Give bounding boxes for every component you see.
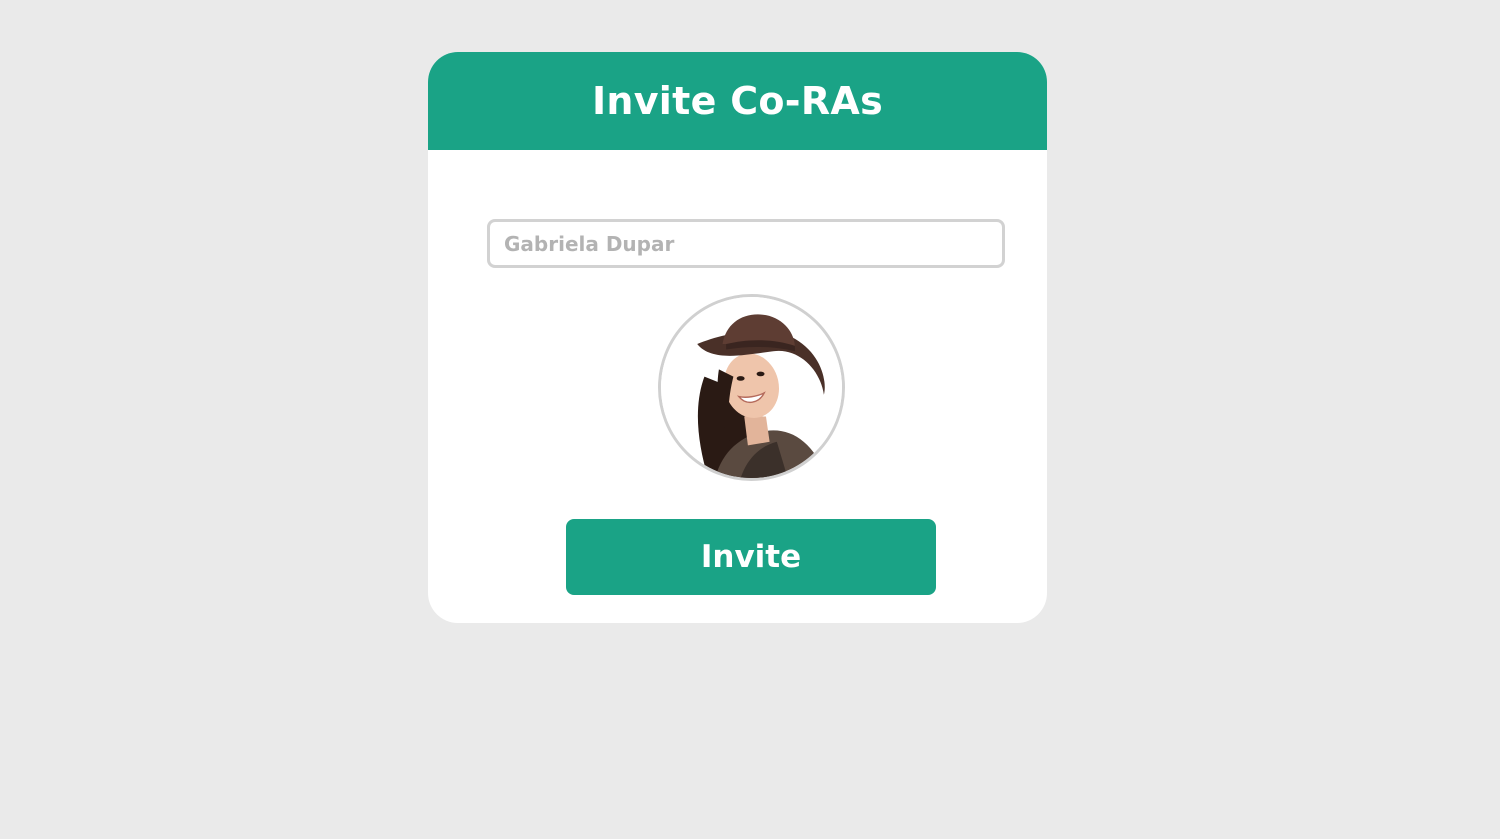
- invite-card: Invite Co-RAs Invit: [428, 52, 1047, 623]
- name-input[interactable]: [487, 219, 1005, 268]
- page-title: Invite Co-RAs: [591, 79, 884, 123]
- card-header: Invite Co-RAs: [428, 52, 1047, 150]
- user-avatar-icon: [661, 297, 842, 478]
- avatar[interactable]: [658, 294, 845, 481]
- invite-button[interactable]: Invite: [566, 519, 936, 595]
